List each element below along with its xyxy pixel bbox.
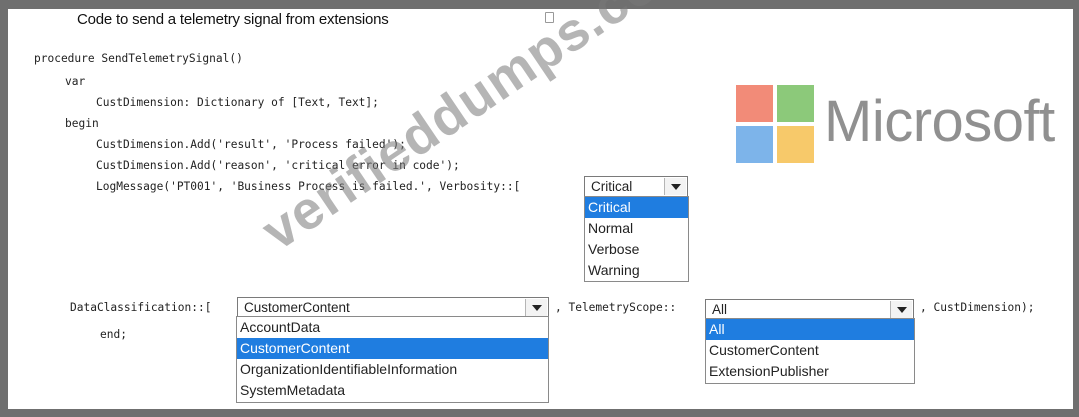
- data-classification-selected-value: CustomerContent: [244, 300, 350, 315]
- telemetry-scope-dropdown-button[interactable]: [890, 301, 912, 318]
- verbosity-option-warning[interactable]: Warning: [585, 260, 688, 281]
- telemetry-scope-option-extensionpublisher[interactable]: ExtensionPublisher: [706, 361, 914, 382]
- code-line-var: var: [65, 75, 86, 88]
- telemetry-scope-option-all[interactable]: All: [706, 319, 914, 340]
- verbosity-dropdown[interactable]: Critical: [584, 176, 688, 197]
- verbosity-options-list: Critical Normal Verbose Warning: [584, 196, 689, 282]
- data-classification-option-accountdata[interactable]: AccountData: [237, 317, 548, 338]
- data-classification-option-systemmetadata[interactable]: SystemMetadata: [237, 380, 548, 401]
- chevron-down-icon: [531, 304, 542, 311]
- code-line-dataclassification: DataClassification::[: [70, 301, 212, 314]
- code-line-end: end;: [100, 328, 127, 341]
- code-line-custdimension-decl: CustDimension: Dictionary of [Text, Text…: [96, 96, 379, 109]
- page-title: Code to send a telemetry signal from ext…: [77, 11, 389, 28]
- data-classification-option-customercontent[interactable]: CustomerContent: [237, 338, 548, 359]
- data-classification-dropdown[interactable]: CustomerContent: [237, 297, 549, 318]
- logo-square-yellow: [777, 126, 814, 163]
- telemetry-scope-options-list: All CustomerContent ExtensionPublisher: [705, 318, 915, 384]
- verbosity-option-critical[interactable]: Critical: [585, 197, 688, 218]
- telemetry-scope-option-customercontent[interactable]: CustomerContent: [706, 340, 914, 361]
- verbosity-selected-value: Critical: [591, 179, 633, 194]
- verbosity-dropdown-button[interactable]: [664, 178, 686, 195]
- code-line-procedure: procedure SendTelemetrySignal(): [34, 52, 243, 65]
- logo-square-red: [736, 85, 773, 122]
- verbosity-option-verbose[interactable]: Verbose: [585, 239, 688, 260]
- code-line-custdimension-end: , CustDimension);: [920, 301, 1035, 314]
- data-classification-dropdown-button[interactable]: [525, 299, 547, 316]
- code-line-telemetryscope: , TelemetryScope::: [555, 301, 677, 314]
- microsoft-logo-text: Microsoft: [824, 89, 1055, 154]
- chevron-down-icon: [670, 183, 681, 190]
- logo-square-blue: [736, 126, 773, 163]
- chevron-down-icon: [896, 306, 907, 313]
- telemetry-scope-dropdown[interactable]: All: [705, 299, 914, 320]
- microsoft-logo-icon: [736, 85, 814, 163]
- code-line-begin: begin: [65, 117, 99, 130]
- telemetry-scope-selected-value: All: [712, 302, 728, 317]
- data-classification-option-organizationidentifiableinformation[interactable]: OrganizationIdentifiableInformation: [237, 359, 548, 380]
- verbosity-option-normal[interactable]: Normal: [585, 218, 688, 239]
- data-classification-options-list: AccountData CustomerContent Organization…: [236, 316, 549, 403]
- logo-square-green: [777, 85, 814, 122]
